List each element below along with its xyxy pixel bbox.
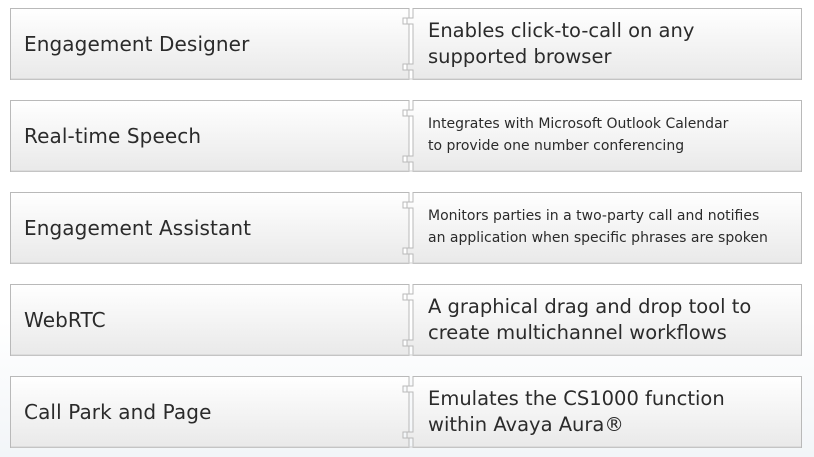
right-description: Emulates the CS1000 function within Avay… bbox=[428, 386, 725, 436]
left-label: Real-time Speech bbox=[24, 124, 202, 148]
right-description: Integrates with Microsoft Outlook Calend… bbox=[428, 116, 729, 154]
left-label: Call Park and Page bbox=[24, 400, 212, 424]
left-label: WebRTC bbox=[24, 308, 106, 332]
left-label: Engagement Designer bbox=[24, 32, 250, 56]
right-description: Enables click-to-call on any supported b… bbox=[428, 18, 695, 68]
row-call-park-and-page: Call Park and Page Emulates the CS1000 f… bbox=[10, 376, 802, 448]
feature-comparison-diagram: Engagement Designer Enables click-to-cal… bbox=[0, 0, 814, 457]
row-webrtc: WebRTC A graphical drag and drop tool to… bbox=[10, 284, 802, 356]
right-description: A graphical drag and drop tool to create… bbox=[428, 294, 752, 344]
right-description: Monitors parties in a two-party call and… bbox=[428, 208, 768, 246]
row-engagement-assistant: Engagement Assistant Monitors parties in… bbox=[10, 192, 802, 264]
left-label: Engagement Assistant bbox=[24, 216, 252, 240]
row-real-time-speech: Real-time Speech Integrates with Microso… bbox=[10, 100, 802, 172]
row-engagement-designer: Engagement Designer Enables click-to-cal… bbox=[10, 8, 802, 80]
